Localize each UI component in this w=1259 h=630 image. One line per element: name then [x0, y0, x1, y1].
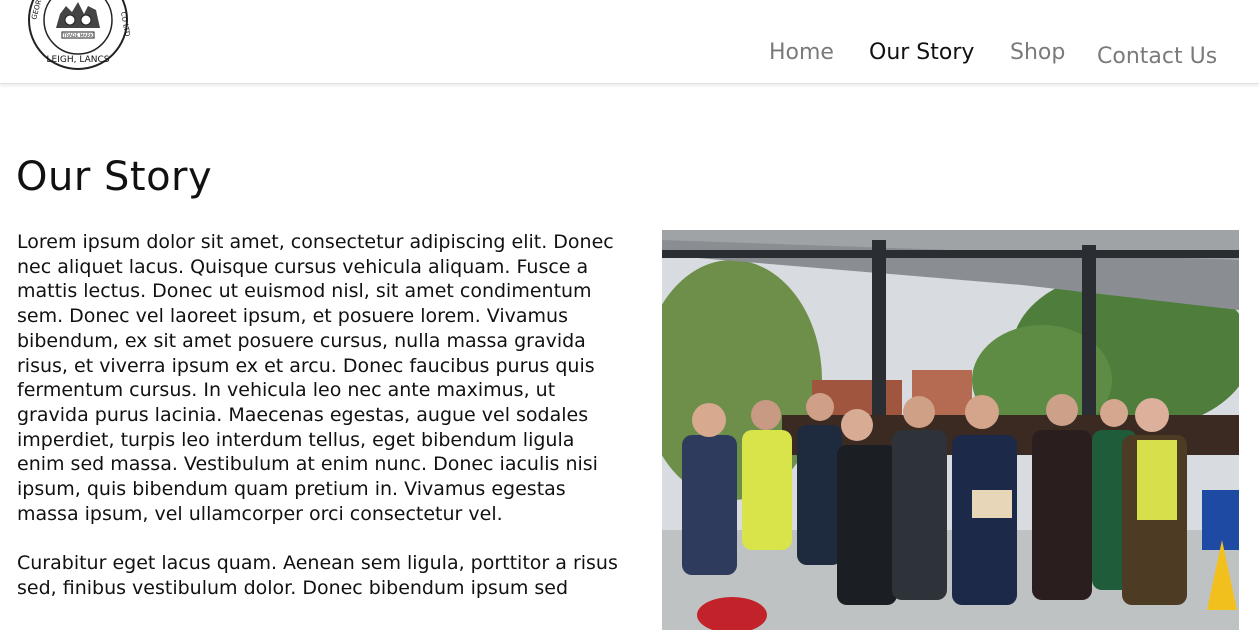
site-logo[interactable]: TRADE MARK LEIGH, LANCS GEORGE CO LTD	[26, 0, 131, 72]
logo-text-bottom: LEIGH, LANCS	[47, 55, 110, 65]
nav-contact-us[interactable]: Contact Us	[1097, 44, 1217, 69]
story-paragraph-2: Curabitur eget lacus quam. Aenean sem li…	[17, 552, 618, 599]
logo-text-mid: TRADE MARK	[62, 33, 94, 39]
page-title: Our Story	[16, 154, 213, 200]
nav-home[interactable]: Home	[769, 40, 834, 65]
group-photo	[662, 230, 1239, 630]
site-header: TRADE MARK LEIGH, LANCS GEORGE CO LTD Ho…	[0, 0, 1259, 84]
nav-shop[interactable]: Shop	[1010, 40, 1065, 65]
logo-seal-icon: TRADE MARK LEIGH, LANCS GEORGE CO LTD	[28, 0, 131, 70]
story-paragraph-1: Lorem ipsum dolor sit amet, consectetur …	[17, 231, 614, 525]
nav-our-story[interactable]: Our Story	[869, 40, 974, 65]
story-text: Lorem ipsum dolor sit amet, consectetur …	[17, 230, 627, 625]
